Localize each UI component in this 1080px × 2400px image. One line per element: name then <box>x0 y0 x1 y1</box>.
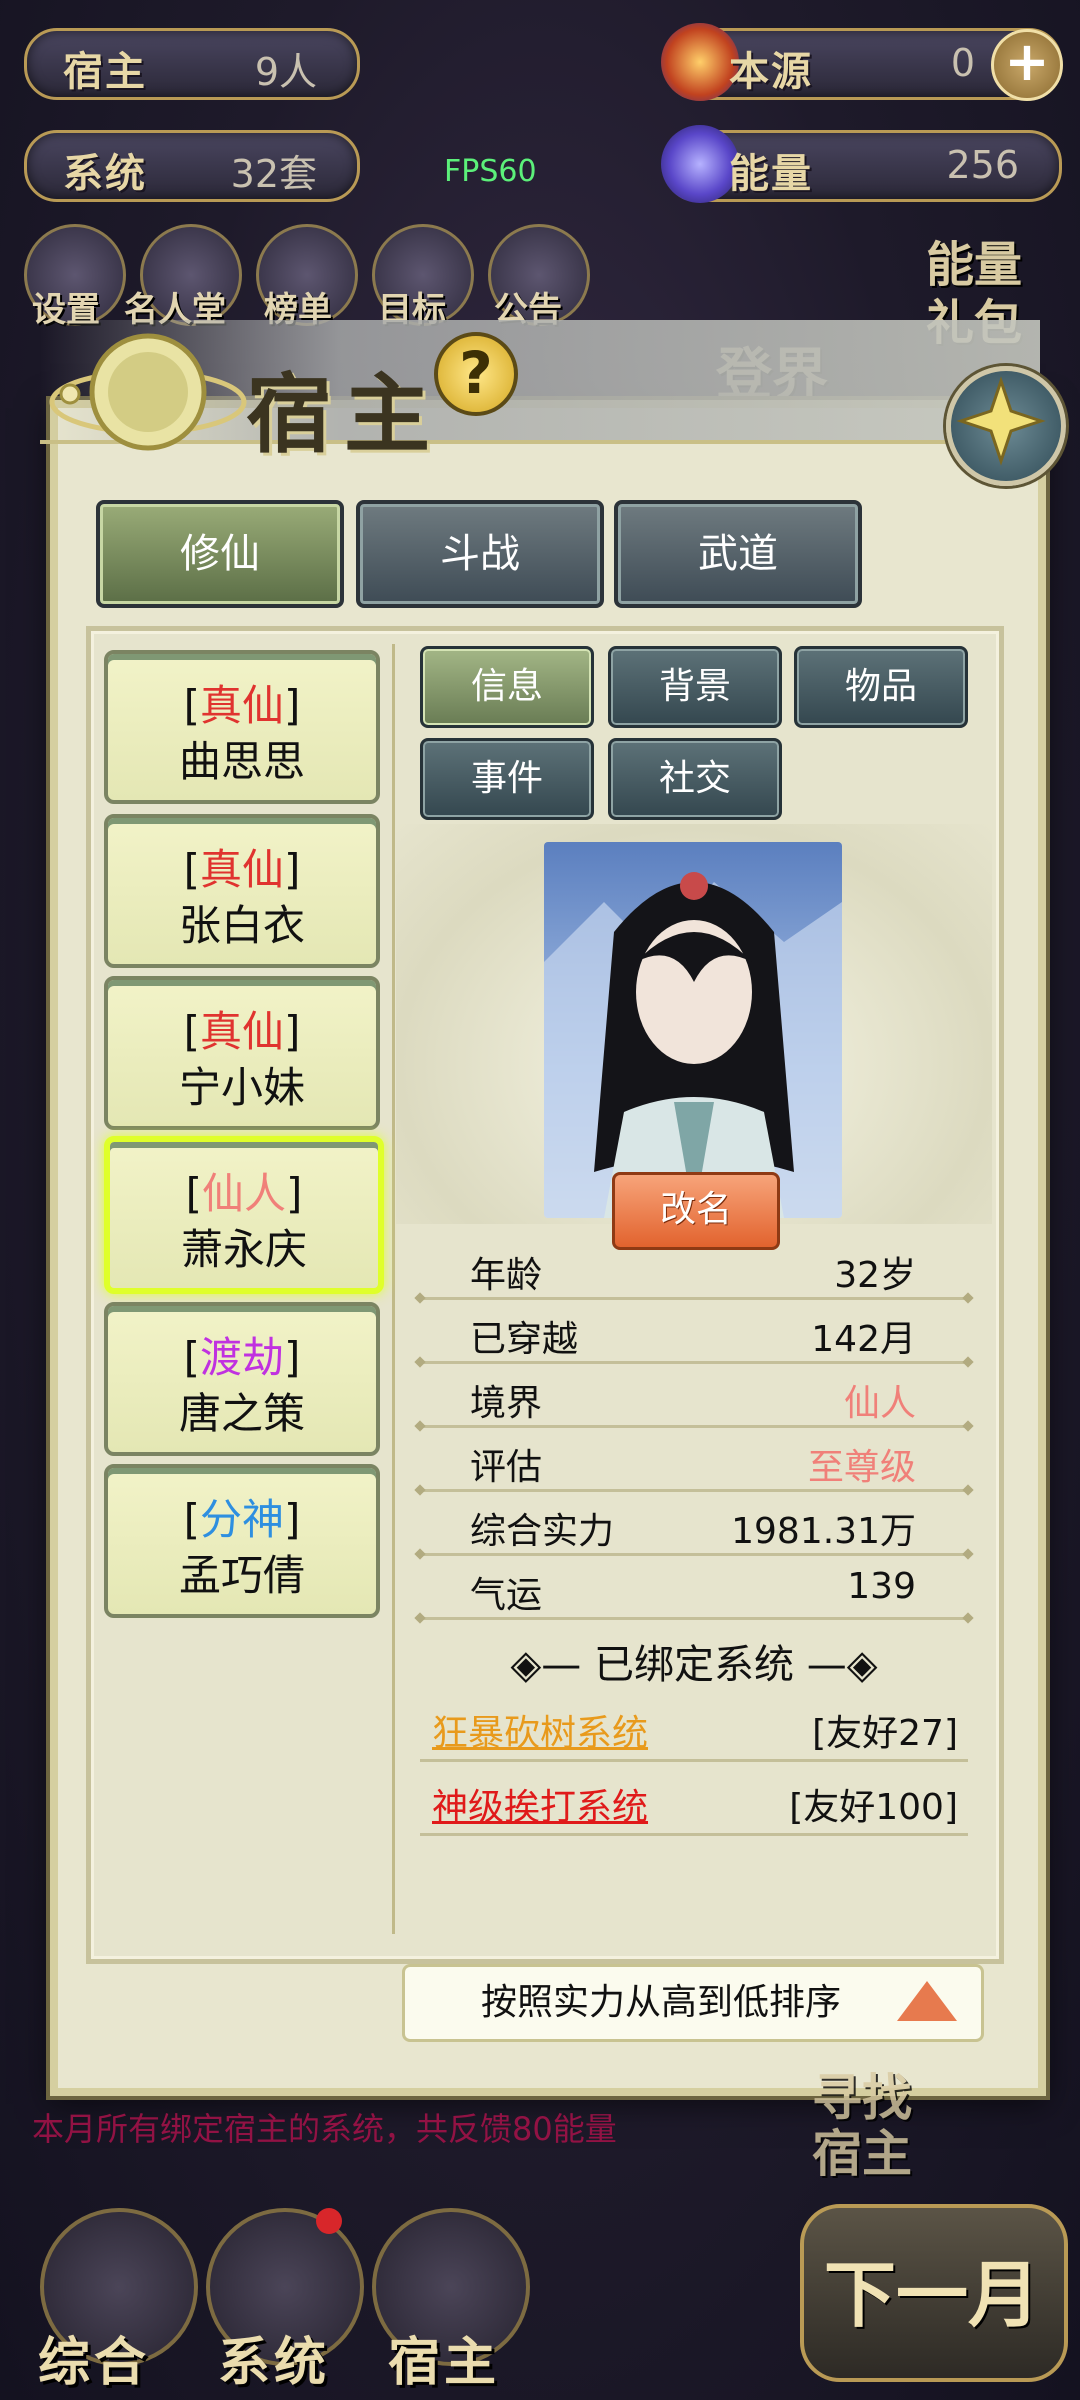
diamond-ornament-left-icon: ◈— <box>510 1642 582 1688</box>
subtab-events[interactable]: 事件 <box>420 738 594 820</box>
bound-system-friendship: [友好27] <box>812 1713 958 1754</box>
modal-title: 宿主 <box>246 365 442 465</box>
host-rank: 分神 <box>199 1495 284 1544</box>
hosts-value: 9人 <box>254 50 317 94</box>
close-icon <box>956 376 1046 466</box>
host-name: 萧永庆 <box>180 1225 307 1274</box>
host-rank: 真仙 <box>199 845 284 894</box>
systems-label: 系统 <box>63 151 147 197</box>
bound-systems-heading: ◈— 已绑定系统 —◈ <box>420 1632 968 1690</box>
info-value: 1981.31万 <box>731 1511 916 1552</box>
host-card-selected[interactable]: [仙人] 萧永庆 <box>104 1136 384 1294</box>
fps-counter: FPS60 <box>444 154 537 189</box>
info-row-luck: 气运 139 <box>420 1558 968 1620</box>
find-host-line2: 宿主 <box>812 2125 912 2183</box>
host-rank: 仙人 <box>201 1169 286 1218</box>
host-card[interactable]: [分神] 孟巧倩 <box>104 1464 380 1618</box>
bound-system-row[interactable]: 狂暴砍树系统 [友好27] <box>420 1694 968 1762</box>
next-month-label: 下一月 <box>824 2253 1041 2337</box>
sort-ascending-icon <box>897 1981 957 2021</box>
info-key: 年龄 <box>470 1255 543 1296</box>
bottom-nav-system-label: 系统 <box>218 2333 331 2393</box>
bound-system-name[interactable]: 神级挨打系统 <box>432 1778 648 1830</box>
energy-pill: 能量 256 <box>661 125 1062 203</box>
host-card[interactable]: [真仙] 曲思思 <box>104 650 380 804</box>
energy-value: 256 <box>946 143 1019 187</box>
energy-label: 能量 <box>729 151 813 197</box>
origin-value: 0 <box>950 41 975 85</box>
diamond-ornament-right-icon: —◈ <box>806 1642 878 1688</box>
info-row-power: 综合实力 1981.31万 <box>420 1494 968 1556</box>
notification-dot-icon <box>316 2208 342 2234</box>
origin-label: 本源 <box>729 49 813 95</box>
host-rank: 真仙 <box>199 1007 284 1056</box>
subtab-info[interactable]: 信息 <box>420 646 594 728</box>
bound-system-row[interactable]: 神级挨打系统 [友好100] <box>420 1768 968 1836</box>
info-row-rating: 评估 至尊级 <box>420 1430 968 1492</box>
subtab-social[interactable]: 社交 <box>608 738 782 820</box>
bound-systems-title: 已绑定系统 <box>594 1642 794 1688</box>
info-value: 142月 <box>811 1319 916 1360</box>
hosts-count-pill: 宿主 9人 <box>24 28 360 100</box>
bottom-nav-overview-label: 综合 <box>38 2333 151 2393</box>
info-row-age: 年龄 32岁 <box>420 1238 968 1300</box>
origin-orb-icon <box>661 23 739 101</box>
host-card[interactable]: [真仙] 宁小妹 <box>104 976 380 1130</box>
systems-value: 32套 <box>230 152 317 196</box>
info-value: 至尊级 <box>807 1447 916 1488</box>
host-name: 宁小妹 <box>178 1063 305 1112</box>
bound-system-friendship: [友好100] <box>789 1787 958 1828</box>
host-rank: 真仙 <box>199 681 284 730</box>
info-key: 已穿越 <box>470 1319 579 1360</box>
planet-emblem-icon <box>49 333 247 451</box>
origin-pill: 本源 0 + <box>661 23 1063 101</box>
info-value: 仙人 <box>843 1383 916 1424</box>
info-row-realm: 境界 仙人 <box>420 1366 968 1428</box>
info-key: 评估 <box>470 1447 543 1488</box>
tab-martial[interactable]: 武道 <box>614 500 862 608</box>
info-key: 境界 <box>470 1383 543 1424</box>
host-card[interactable]: [渡劫] 唐之策 <box>104 1302 380 1456</box>
info-key: 综合实力 <box>470 1511 615 1552</box>
close-button[interactable] <box>946 366 1066 486</box>
info-key: 气运 <box>470 1575 543 1616</box>
host-card[interactable]: [真仙] 张白衣 <box>104 814 380 968</box>
tab-combat[interactable]: 斗战 <box>356 500 604 608</box>
info-value: 139 <box>847 1566 916 1607</box>
info-row-traveled: 已穿越 142月 <box>420 1302 968 1364</box>
panel-divider <box>392 644 395 1934</box>
hosts-label: 宿主 <box>63 49 147 95</box>
next-month-button[interactable]: 下一月 <box>800 2204 1068 2382</box>
host-name: 孟巧倩 <box>178 1551 305 1600</box>
sort-label: 按照实力从高到低排序 <box>481 1982 842 2023</box>
add-origin-button[interactable]: + <box>991 29 1063 101</box>
find-host-button[interactable]: 寻找 宿主 <box>812 2070 912 2182</box>
host-name: 张白衣 <box>178 901 305 950</box>
energy-orb-icon <box>661 125 739 203</box>
portrait-art <box>544 872 842 1218</box>
subtab-background[interactable]: 背景 <box>608 646 782 728</box>
host-name: 唐之策 <box>178 1389 305 1438</box>
find-host-line1: 寻找 <box>812 2069 912 2127</box>
subtab-items[interactable]: 物品 <box>794 646 968 728</box>
monthly-feedback-text: 本月所有绑定宿主的系统，共反馈80能量 <box>32 2110 617 2148</box>
tab-cultivation[interactable]: 修仙 <box>96 500 344 608</box>
systems-count-pill: 系统 32套 <box>24 130 360 202</box>
help-button[interactable]: ? <box>434 332 518 416</box>
host-portrait <box>544 842 842 1218</box>
host-rank: 渡劫 <box>199 1333 284 1382</box>
bottom-nav-host-label: 宿主 <box>388 2333 501 2393</box>
sort-by-power-button[interactable]: 按照实力从高到低排序 <box>402 1964 984 2042</box>
info-value: 32岁 <box>834 1255 916 1296</box>
bound-system-name[interactable]: 狂暴砍树系统 <box>432 1704 648 1756</box>
host-name: 曲思思 <box>178 737 305 786</box>
